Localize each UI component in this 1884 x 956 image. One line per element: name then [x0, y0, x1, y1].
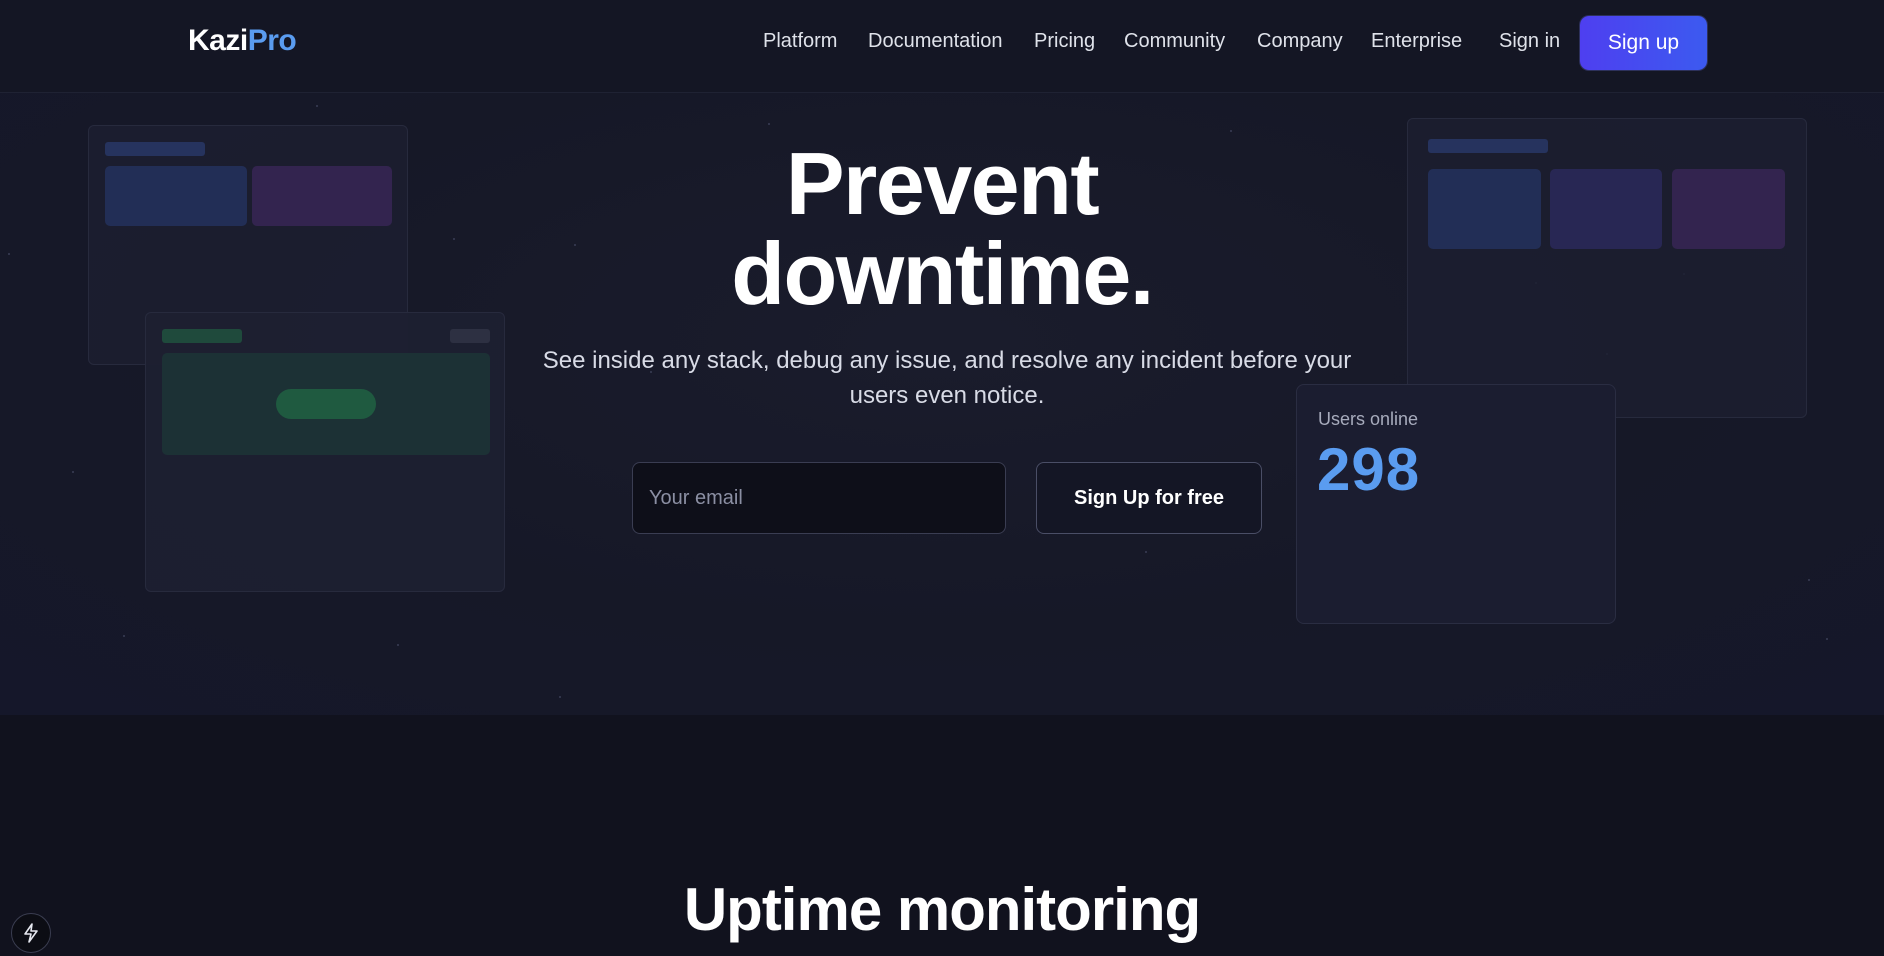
- mockup-small-bar: [450, 329, 490, 343]
- section-title: Uptime monitoring: [683, 876, 1201, 943]
- email-input[interactable]: [632, 462, 1006, 534]
- nav-link-platform[interactable]: Platform: [763, 30, 837, 53]
- sign-up-free-button[interactable]: Sign Up for free: [1036, 462, 1262, 534]
- brand-name-part2: Pro: [247, 24, 297, 57]
- lightning-bolt-glyph: [24, 923, 38, 943]
- uptime-monitoring-section: Uptime monitoring: [0, 715, 1884, 956]
- background-star: [397, 644, 399, 646]
- dashboard-mockup-left-bottom: [145, 312, 505, 592]
- background-star: [316, 105, 318, 107]
- hero-headline: Prevent downtime.: [0, 139, 1884, 319]
- background-star: [123, 635, 125, 637]
- background-star: [1230, 130, 1232, 132]
- background-star: [1145, 551, 1147, 553]
- background-star: [1808, 579, 1810, 581]
- background-star: [768, 123, 770, 125]
- users-online-card: Users online 298: [1296, 384, 1616, 624]
- top-navigation: KaziPro Platform Documentation Pricing C…: [0, 0, 1884, 93]
- nav-link-documentation[interactable]: Documentation: [868, 30, 1003, 53]
- users-online-label: Users online: [1318, 409, 1419, 429]
- page: KaziPro Platform Documentation Pricing C…: [0, 0, 1884, 956]
- hero-subtitle: See inside any stack, debug any issue, a…: [542, 347, 1352, 409]
- hero-headline-line-1: Prevent: [785, 134, 1100, 233]
- sign-in-link[interactable]: Sign in: [1499, 30, 1560, 53]
- sign-up-button[interactable]: Sign up: [1580, 16, 1707, 70]
- nav-link-company[interactable]: Company: [1257, 30, 1343, 53]
- users-online-count: 298: [1317, 436, 1421, 503]
- mockup-header-bar: [162, 329, 242, 343]
- background-star: [559, 696, 561, 698]
- brand-name-part1: Kazi: [188, 24, 248, 57]
- brand-logo[interactable]: KaziPro: [188, 24, 297, 58]
- lightning-bolt-icon[interactable]: [11, 913, 51, 953]
- hero-section: Prevent downtime. See inside any stack, …: [0, 93, 1884, 715]
- hero-headline-line-2: downtime.: [731, 224, 1154, 323]
- background-star: [72, 471, 74, 473]
- nav-link-community[interactable]: Community: [1124, 30, 1225, 53]
- nav-link-enterprise[interactable]: Enterprise: [1371, 30, 1462, 53]
- background-star: [1826, 638, 1828, 640]
- mockup-pill: [276, 389, 376, 419]
- nav-link-pricing[interactable]: Pricing: [1034, 30, 1095, 53]
